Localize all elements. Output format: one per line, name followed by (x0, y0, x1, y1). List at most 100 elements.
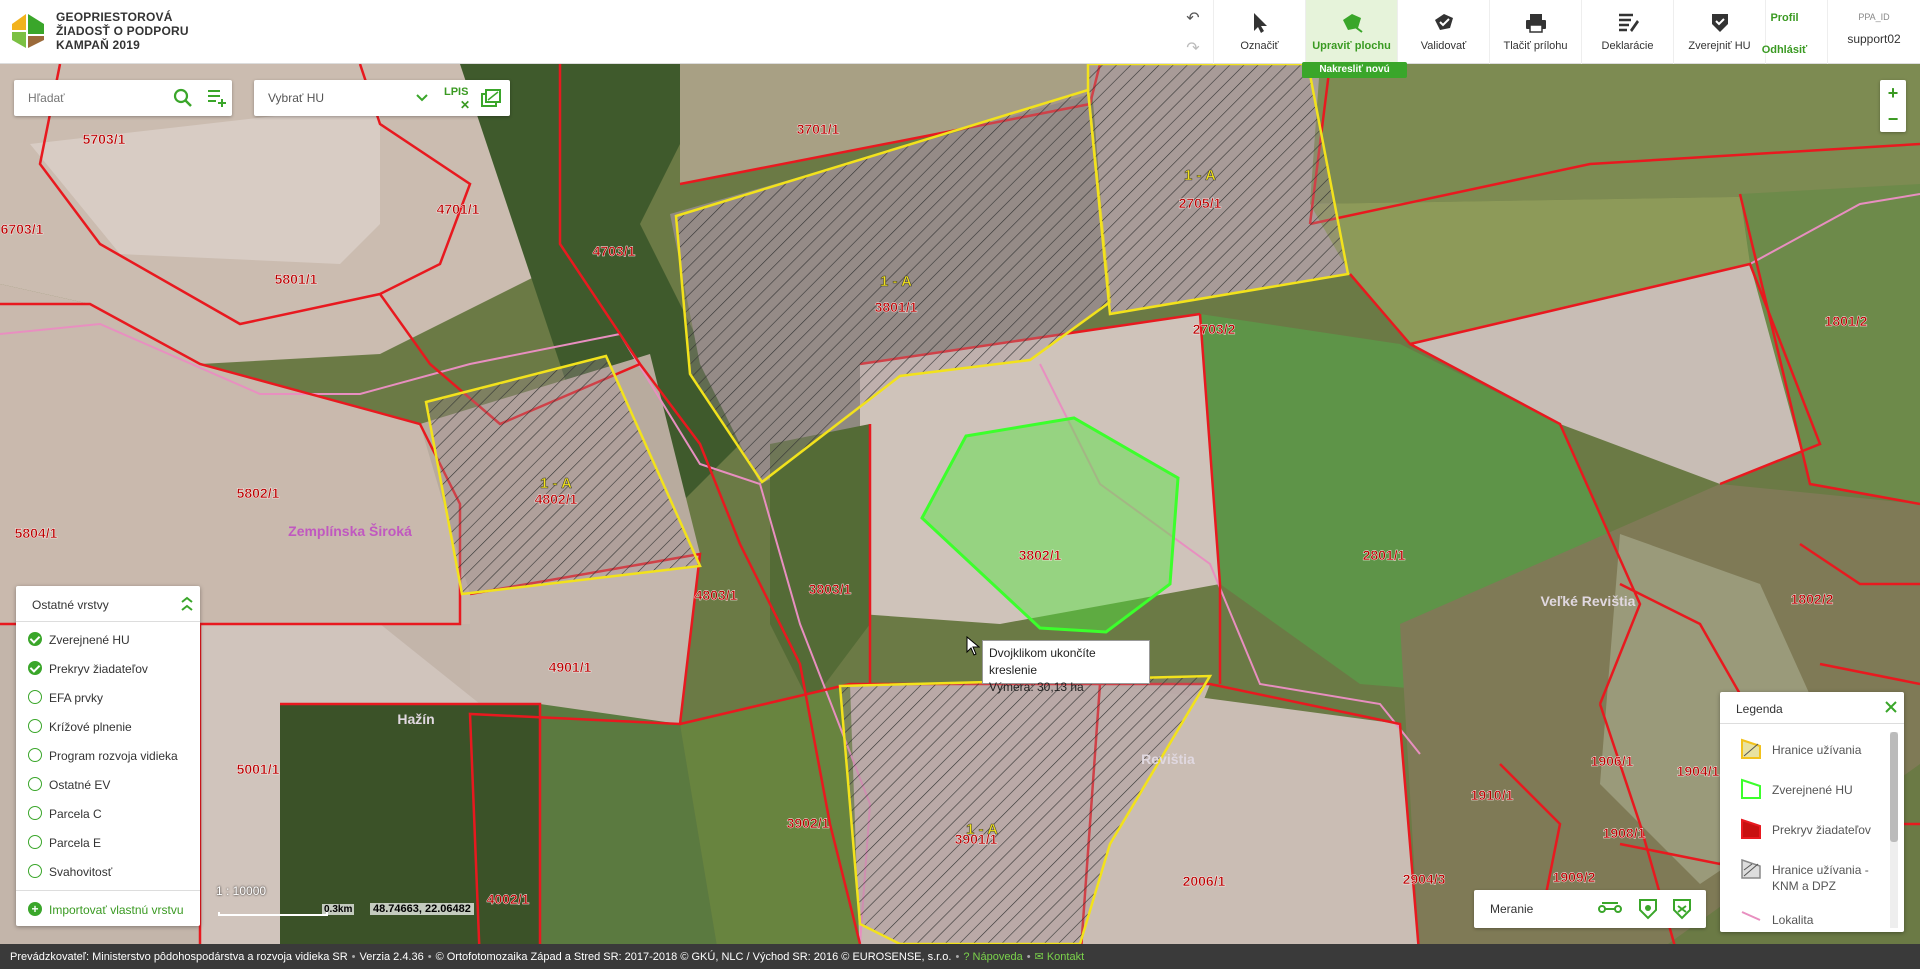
draw-polygon-icon (1342, 14, 1363, 33)
logout-link[interactable]: Odhlásiť (1742, 44, 1827, 56)
measure-toolbar: Meranie (1474, 890, 1706, 928)
radio-icon[interactable] (28, 690, 42, 704)
svg-text:2705/1: 2705/1 (1179, 195, 1222, 211)
legend-header[interactable]: Legenda (1720, 692, 1904, 724)
legend-scrollbar[interactable] (1890, 732, 1898, 928)
print-attachment-button[interactable]: Tlačiť prílohu (1490, 0, 1582, 64)
scale-bar (218, 912, 328, 916)
layer-item[interactable]: Zverejnené HU (16, 626, 200, 655)
svg-text:4701/1: 4701/1 (437, 201, 480, 217)
redo-icon[interactable]: ↷ (1184, 38, 1202, 57)
other-layers-panel: Ostatné vrstvy Zverejnené HU Prekryv žia… (16, 586, 200, 926)
svg-text:2904/3: 2904/3 (1403, 871, 1446, 887)
layer-item[interactable]: Parcela E (16, 829, 200, 858)
app-title-line: ŽIADOSŤ O PODPORU (56, 24, 189, 38)
validate-tool-button[interactable]: Validovať (1398, 0, 1490, 64)
cursor-icon (1253, 13, 1267, 33)
svg-text:3801/1: 3801/1 (875, 299, 918, 315)
declarations-button[interactable]: Deklarácie (1582, 0, 1674, 64)
zoom-out-button[interactable]: − (1880, 106, 1906, 132)
plus-icon: + (28, 902, 42, 916)
radio-icon[interactable] (28, 864, 42, 878)
cursor-coordinates: 48.74663, 22.06482 (370, 903, 474, 915)
layer-item[interactable]: Svahovitosť (16, 858, 200, 887)
layer-item[interactable]: Program rozvoja vidieka (16, 742, 200, 771)
tooltip-area: Výmera: 30,13 ha (989, 680, 1084, 694)
svg-text:Zemplínska Široká: Zemplínska Široká (288, 522, 412, 539)
layer-toggle-icon[interactable] (480, 88, 502, 110)
tool-label: Upraviť plochu (1312, 40, 1391, 52)
layer-item[interactable]: Parcela C (16, 800, 200, 829)
radio-icon[interactable] (28, 719, 42, 733)
radio-icon[interactable] (28, 806, 42, 820)
undo-redo-group: ↶ ↷ (1172, 0, 1214, 64)
green-outline-swatch-icon (1741, 778, 1761, 799)
profile-group: Profil Odhlásiť (1742, 0, 1828, 64)
legend-item: Hranice užívania - KNM a DPZ (1740, 858, 1890, 894)
layers-panel-header[interactable]: Ostatné vrstvy (16, 586, 200, 622)
profile-link[interactable]: Profil (1742, 12, 1827, 24)
app-header: GEOPRIESTOROVÁ ŽIADOSŤ O PODPORU KAMPAŇ … (0, 0, 1920, 64)
app-logo-icon (12, 14, 44, 48)
checked-radio-icon[interactable] (28, 661, 42, 675)
hu-selector: Vybrať HU LPIS ✕ (254, 80, 510, 116)
svg-text:5804/1: 5804/1 (15, 525, 58, 541)
hu-select-dropdown[interactable]: Vybrať HU (268, 91, 324, 105)
orthophoto-map[interactable]: 5703/1 6703/1 4701/1 4703/1 3701/1 2705/… (0, 64, 1920, 944)
map-canvas[interactable]: 5703/1 6703/1 4701/1 4703/1 3701/1 2705/… (0, 64, 1920, 944)
svg-text:1909/2: 1909/2 (1553, 869, 1596, 885)
layer-item[interactable]: Prekryv žiadateľov (16, 655, 200, 684)
scale-ratio: 1 : 10000 (216, 884, 267, 898)
radio-icon[interactable] (28, 835, 42, 849)
main-toolbar: Označiť Upraviť plochu Validovať Tlačiť … (1214, 0, 1766, 64)
red-overlap-swatch-icon (1741, 818, 1761, 839)
svg-text:1802/2: 1802/2 (1791, 591, 1834, 607)
svg-text:1904/1: 1904/1 (1677, 763, 1720, 779)
layer-item[interactable]: EFA prvky (16, 684, 200, 713)
legend-label: Hranice užívania (1772, 743, 1862, 757)
layer-item[interactable]: Ostatné EV (16, 771, 200, 800)
layers-panel-title: Ostatné vrstvy (32, 598, 109, 612)
legend-label-line: Hranice užívania - (1772, 863, 1869, 877)
import-layer-button[interactable]: + Importovať vlastnú vrstvu (16, 890, 200, 926)
ppa-id-value: support02 (1847, 32, 1901, 46)
zoom-in-button[interactable]: + (1880, 80, 1906, 106)
edit-area-tool-button[interactable]: Upraviť plochu (1306, 0, 1398, 64)
tooltip-hint: Dvojklikom ukončíte kreslenie (989, 646, 1096, 677)
undo-icon[interactable]: ↶ (1184, 8, 1202, 27)
radio-icon[interactable] (28, 748, 42, 762)
draw-new-button[interactable]: Nakresliť novú (1302, 62, 1407, 78)
radio-icon[interactable] (28, 777, 42, 791)
tool-label: Deklarácie (1601, 40, 1654, 52)
pink-line-swatch-icon (1741, 911, 1761, 921)
collapse-icon[interactable] (180, 596, 194, 612)
svg-text:1910/1: 1910/1 (1471, 787, 1514, 803)
shield-check-icon (1711, 14, 1728, 32)
search-input[interactable] (14, 80, 164, 116)
help-question-icon: ? (963, 951, 973, 963)
scrollbar-thumb[interactable] (1890, 732, 1898, 842)
footer-text: Prevádzkovateľ: Ministerstvo pôdohospodá… (10, 951, 1085, 963)
svg-text:Veľké Revištia: Veľké Revištia (1541, 593, 1636, 609)
checked-radio-icon[interactable] (28, 632, 42, 646)
select-tool-button[interactable]: Označiť (1214, 0, 1306, 64)
measure-distance-icon[interactable] (1598, 898, 1622, 920)
chevron-down-icon[interactable] (414, 90, 430, 106)
validate-icon (1434, 14, 1453, 30)
help-link[interactable]: Nápoveda (973, 951, 1023, 963)
measure-clear-icon[interactable] (1670, 898, 1694, 920)
ppa-id-label: PPA_ID (1858, 12, 1890, 22)
layer-item[interactable]: Krížové plnenie (16, 713, 200, 742)
import-layer-label: Importovať vlastnú vrstvu (49, 903, 184, 917)
lpis-toggle[interactable]: LPIS (444, 86, 468, 98)
layer-label: Parcela C (49, 807, 102, 821)
contact-link[interactable]: Kontakt (1047, 951, 1084, 963)
app-title-line: GEOPRIESTOROVÁ (56, 10, 173, 24)
collapse-icon[interactable] (1884, 700, 1898, 716)
svg-text:Revištia: Revištia (1141, 751, 1195, 767)
search-icon[interactable] (172, 87, 194, 109)
app-title-line: KAMPAŇ 2019 (56, 38, 141, 52)
measure-area-icon[interactable] (1636, 898, 1660, 920)
filter-list-icon[interactable] (206, 87, 228, 109)
svg-text:1 - A: 1 - A (1184, 167, 1216, 184)
